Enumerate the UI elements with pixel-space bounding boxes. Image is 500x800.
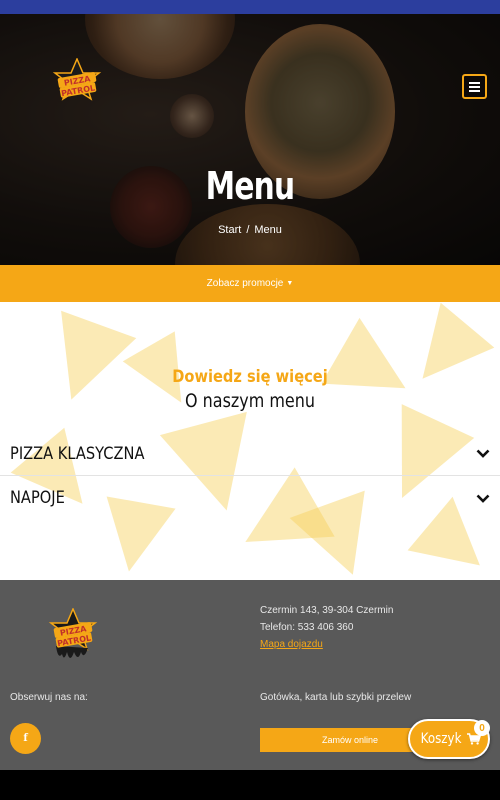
promotions-label: Zobacz promocje [206, 278, 284, 289]
caret-down-icon: ▼ [286, 280, 294, 287]
section-heading: O naszym menu [185, 390, 315, 412]
hero-banner: PIZZA PATROL Menu Start / Menu [0, 14, 500, 265]
breadcrumb-home-link[interactable]: Start [218, 224, 241, 236]
promotions-toggle-button[interactable]: Zobacz promocje ▼ [0, 265, 500, 302]
phone-text: Telefon: 533 406 360 [260, 622, 354, 633]
follow-label: Obserwuj nas na: [10, 692, 88, 703]
section-subheading: Dowiedz się więcej [172, 367, 328, 387]
cart-label: Koszyk [420, 731, 462, 747]
bars-icon [469, 81, 480, 92]
category-pizza-klasyczna[interactable]: PIZZA KLASYCZNA [0, 432, 500, 476]
footer-logo: PIZZA PATROL [48, 607, 98, 664]
contact-info: Czermin 143, 39-304 Czermin Telefon: 533… [260, 602, 393, 653]
menu-section: Dowiedz się więcej O naszym menu PIZZA K… [0, 302, 500, 580]
pizza-patrol-logo[interactable]: PIZZA PATROL [52, 57, 102, 106]
category-label: PIZZA KLASYCZNA [10, 443, 145, 464]
breadcrumb: Start / Menu [0, 224, 500, 236]
breadcrumb-separator: / [246, 224, 250, 236]
top-accent-bar [0, 0, 500, 14]
menu-toggle-button[interactable] [462, 74, 487, 99]
chevron-down-icon [476, 491, 490, 505]
category-napoje[interactable]: NAPOJE [0, 476, 500, 520]
breadcrumb-current: Menu [254, 224, 282, 236]
map-link[interactable]: Mapa dojazdu [260, 636, 393, 653]
payments-text: Gotówka, karta lub szybki przelew [260, 692, 412, 703]
bottom-bar [0, 770, 500, 800]
page-title: Menu [205, 164, 295, 208]
facebook-icon: f [23, 733, 28, 744]
cart-count-badge: 0 [474, 720, 490, 736]
address-text: Czermin 143, 39-304 Czermin [260, 605, 394, 616]
facebook-button[interactable]: f [10, 723, 41, 754]
category-label: NAPOJE [10, 488, 65, 508]
chevron-down-icon [476, 447, 490, 461]
